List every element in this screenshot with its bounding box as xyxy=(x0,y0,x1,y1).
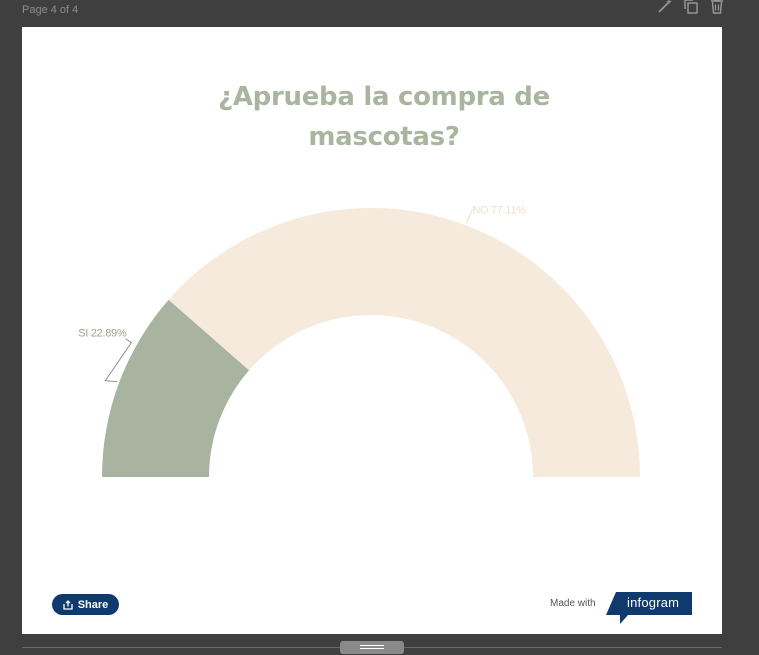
data-label-no: NO 77.11% xyxy=(472,204,526,216)
duplicate-icon[interactable] xyxy=(683,0,699,14)
magic-wand-icon[interactable] xyxy=(657,0,673,14)
chart-card: ¿Aprueba la compra de mascotas? SI 22.89… xyxy=(22,27,722,634)
page-toolbar xyxy=(657,0,725,14)
semi-donut-chart: SI 22.89% NO 77.11% xyxy=(78,204,640,478)
infogram-logo[interactable]: infogram xyxy=(604,592,692,624)
share-button-label: Share xyxy=(77,598,109,611)
trash-icon[interactable] xyxy=(709,0,725,14)
data-label-si: SI 22.89% xyxy=(78,328,127,340)
page-resize-handle[interactable] xyxy=(340,641,404,654)
infogram-logo-text: infogram xyxy=(627,595,680,610)
share-button[interactable]: Share xyxy=(52,594,119,615)
slice-no[interactable] xyxy=(168,208,640,478)
page-indicator: Page 4 of 4 xyxy=(22,4,79,16)
share-icon xyxy=(63,599,73,610)
made-with-text: Made with xyxy=(550,598,596,609)
